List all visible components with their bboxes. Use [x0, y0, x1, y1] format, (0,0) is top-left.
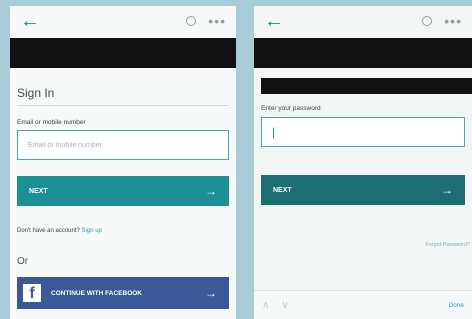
or-separator: Or: [17, 256, 29, 267]
password-label: Enter your password: [261, 105, 321, 112]
redacted-header-bar: [10, 38, 236, 68]
sign-in-screen: ← ••• Sign In Email or mobile number NEX…: [10, 6, 236, 319]
right-arrow-icon: →: [205, 286, 217, 300]
top-bar: ← •••: [10, 6, 236, 36]
chevron-up-icon[interactable]: ∧: [262, 300, 269, 311]
next-button-label: NEXT: [29, 187, 48, 195]
continue-with-facebook-button[interactable]: f CONTINUE WITH FACEBOOK →: [17, 277, 229, 309]
back-arrow-icon[interactable]: ←: [264, 11, 284, 31]
more-icon[interactable]: •••: [444, 14, 462, 28]
top-icons: •••: [186, 14, 226, 28]
next-button[interactable]: NEXT →: [261, 175, 465, 205]
password-field[interactable]: [261, 117, 465, 147]
next-button-label: NEXT: [273, 186, 292, 194]
done-button[interactable]: Done: [448, 302, 464, 309]
top-bar: ← •••: [254, 6, 472, 36]
redacted-account-bar: [261, 78, 472, 94]
info-icon[interactable]: [422, 16, 433, 26]
right-arrow-icon: →: [205, 184, 217, 198]
forgot-password-link[interactable]: Forgot Password?: [425, 242, 470, 248]
email-label: Email or mobile number: [17, 119, 86, 126]
next-button[interactable]: NEXT →: [17, 176, 229, 206]
field-nav-arrows: ∧ ∨: [262, 300, 289, 311]
redacted-header-bar: [254, 38, 472, 68]
email-field[interactable]: [17, 130, 229, 160]
chevron-down-icon[interactable]: ∨: [281, 300, 288, 311]
more-icon[interactable]: •••: [208, 14, 226, 28]
signup-row: Don't have an account? Sign up: [17, 228, 102, 234]
info-icon[interactable]: [186, 16, 197, 26]
password-screen: ← ••• Enter your password NEXT → Forgot …: [254, 6, 472, 319]
top-icons: •••: [422, 14, 462, 28]
signup-prompt: Don't have an account?: [17, 228, 80, 234]
keyboard-accessory-bar: ∧ ∨ Done: [254, 290, 472, 319]
facebook-icon: f: [23, 284, 41, 302]
back-arrow-icon[interactable]: ←: [20, 11, 40, 31]
signup-link[interactable]: Sign up: [82, 228, 102, 234]
facebook-button-label: CONTINUE WITH FACEBOOK: [51, 289, 142, 297]
right-arrow-icon: →: [441, 183, 453, 197]
title-divider: [17, 105, 229, 106]
page-title: Sign In: [17, 86, 55, 100]
